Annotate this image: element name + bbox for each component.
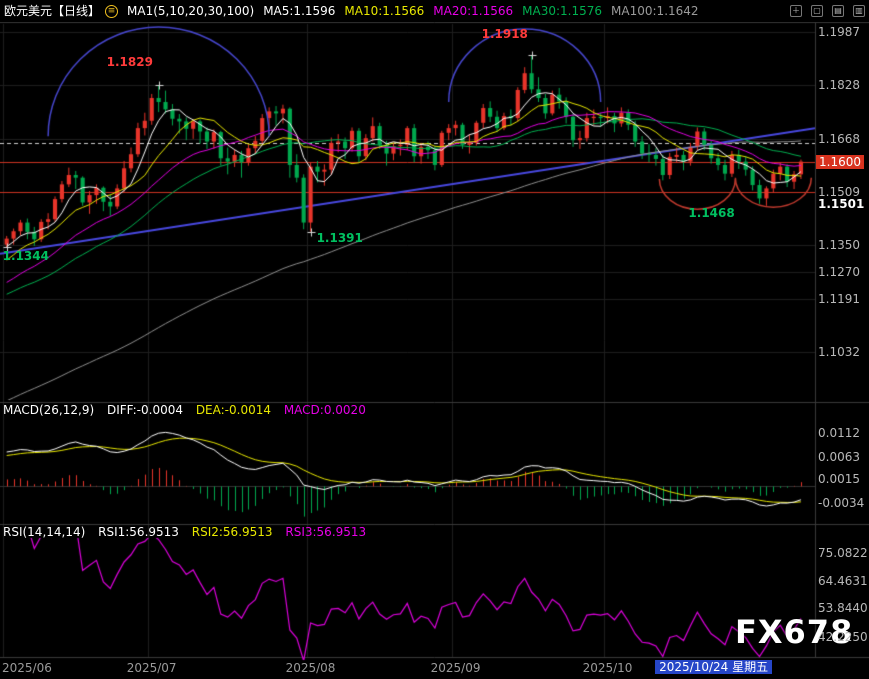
add-pane-icon[interactable]: ＋ (790, 5, 802, 17)
split-horizontal-icon[interactable]: ▤ (832, 5, 844, 17)
ma-settings-label: MA1(5,10,20,30,100) (127, 0, 254, 22)
fx678-watermark: FX678 (735, 613, 853, 651)
rsi2-value: RSI2:56.9513 (192, 525, 273, 539)
rsi-panel-header: RSI(14,14,14) RSI1:56.9513 RSI2:56.9513 … (3, 525, 375, 539)
price-chart-canvas[interactable] (0, 0, 869, 679)
rsi1-value: RSI1:56.9513 (98, 525, 179, 539)
symbol-title: 欧元美元【日线】 (4, 0, 100, 22)
split-vertical-icon[interactable]: ▥ (853, 5, 865, 17)
rsi3-value: RSI3:56.9513 (285, 525, 366, 539)
ma5-value: MA5:1.1596 (263, 0, 335, 22)
rsi-title: RSI(14,14,14) (3, 525, 85, 539)
ma100-value: MA100:1.1642 (611, 0, 699, 22)
ma30-value: MA30:1.1576 (522, 0, 602, 22)
maximize-pane-icon[interactable]: ▢ (811, 5, 823, 17)
ma20-value: MA20:1.1566 (433, 0, 513, 22)
macd-title: MACD(26,12,9) (3, 403, 94, 417)
macd-diff-value: DIFF:-0.0004 (107, 403, 183, 417)
macd-hist-value: MACD:0.0020 (284, 403, 366, 417)
macd-dea-value: DEA:-0.0014 (196, 403, 271, 417)
ma10-value: MA10:1.1566 (344, 0, 424, 22)
chart-header: 欧元美元【日线】 ≡ MA1(5,10,20,30,100) MA5:1.159… (0, 0, 869, 22)
fx678-chart-window: 欧元美元【日线】 ≡ MA1(5,10,20,30,100) MA5:1.159… (0, 0, 869, 679)
macd-panel-header: MACD(26,12,9) DIFF:-0.0004 DEA:-0.0014 M… (3, 403, 375, 417)
symbol-menu-icon[interactable]: ≡ (105, 5, 118, 18)
